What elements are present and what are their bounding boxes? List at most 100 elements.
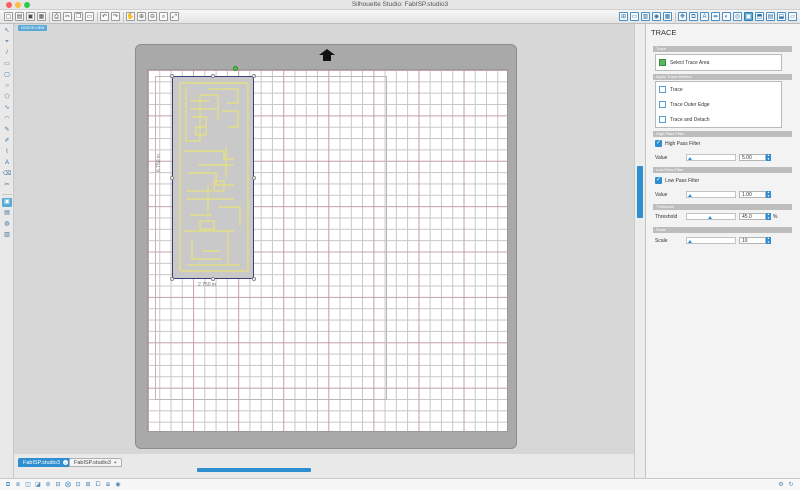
store-icon[interactable]: ⬒ <box>755 12 764 21</box>
polyline-icon[interactable]: ⌇ <box>2 148 12 157</box>
eraser-icon[interactable]: ⬓ <box>777 12 786 21</box>
subtract-icon[interactable]: ⊟ <box>54 481 62 489</box>
resize-handle-bottom-right[interactable] <box>252 277 256 281</box>
page-setup-icon[interactable]: ▭ <box>630 12 639 21</box>
print-icon[interactable]: ⎙ <box>52 12 61 21</box>
threshold-value-input[interactable]: 45.0 <box>739 213 766 220</box>
resize-handle-top-left[interactable] <box>170 74 174 78</box>
low-pass-stepper[interactable]: ▲ ▼ <box>766 190 771 198</box>
view-library-icon[interactable]: ▤ <box>2 209 12 218</box>
knife-icon[interactable]: ▱ <box>788 12 797 21</box>
arc-tool-icon[interactable]: ◠ <box>2 115 12 124</box>
ellipse-tool-icon[interactable]: ○ <box>2 82 12 91</box>
scale-stepper[interactable]: ▲ ▼ <box>766 236 771 244</box>
settings-circle-icon[interactable]: ◉ <box>114 481 122 489</box>
smooth-freehand-icon[interactable]: ✐ <box>2 137 12 146</box>
high-pass-slider-thumb[interactable] <box>687 157 692 160</box>
freehand-tool-icon[interactable]: ✎ <box>2 126 12 135</box>
selected-image[interactable] <box>170 66 256 281</box>
trace-option[interactable]: Trace <box>656 82 781 97</box>
send-back-icon[interactable]: ⧇ <box>104 481 112 489</box>
ungroup-icon[interactable]: ⧈ <box>14 481 22 489</box>
transform-icon[interactable]: ✥ <box>678 12 687 21</box>
fit-to-page-icon[interactable]: ⤢ <box>170 12 179 21</box>
tab-close-icon[interactable]: × <box>62 460 68 465</box>
threshold-slider-thumb[interactable] <box>707 216 712 219</box>
group-icon[interactable]: ⧉ <box>4 481 12 489</box>
design-canvas[interactable]: DESIGN VIEW 6.750 in 2.750 in <box>14 24 634 454</box>
horizontal-scroll-thumb[interactable] <box>197 468 311 472</box>
zoom-out-icon[interactable]: ⊖ <box>148 12 157 21</box>
paste-icon[interactable]: ▭ <box>85 12 94 21</box>
copy-icon[interactable]: ❐ <box>74 12 83 21</box>
edit-points-icon[interactable]: ⌖ <box>2 38 12 47</box>
scale-value-input[interactable]: 10 <box>739 237 766 244</box>
trace-icon[interactable]: ▣ <box>744 12 753 21</box>
tab-add-icon[interactable]: + <box>114 460 117 466</box>
replicate-icon[interactable]: ⧉ <box>689 12 698 21</box>
intersect-icon[interactable]: ⨂ <box>64 481 72 489</box>
align-center-icon[interactable]: ⊡ <box>74 481 82 489</box>
high-pass-value-input[interactable]: 5.00 <box>739 154 766 161</box>
grid-icon[interactable]: ⊞ <box>619 12 628 21</box>
line-tool-icon[interactable]: / <box>2 49 12 58</box>
resize-handle-left[interactable] <box>170 176 174 180</box>
text-style-icon[interactable]: A <box>700 12 709 21</box>
high-pass-stepper[interactable]: ▲ ▼ <box>766 153 771 161</box>
cut-icon[interactable]: ✂ <box>63 12 72 21</box>
preferences-gear-icon[interactable]: ⚙ <box>777 481 785 489</box>
undo-icon[interactable]: ↶ <box>100 12 109 21</box>
cut-settings-icon[interactable]: ▥ <box>641 12 650 21</box>
resize-handle-bottom-left[interactable] <box>170 277 174 281</box>
send-panel-icon[interactable]: ▥ <box>2 231 12 240</box>
low-pass-slider[interactable] <box>686 191 736 198</box>
fill-icon[interactable]: ◉ <box>652 12 661 21</box>
weld-icon[interactable]: ⊛ <box>44 481 52 489</box>
trace-outer-edge-option[interactable]: Trace Outer Edge <box>656 97 781 112</box>
text-tool-icon[interactable]: A <box>2 159 12 168</box>
scale-slider-thumb[interactable] <box>687 240 692 243</box>
zoom-in-icon[interactable]: ⊕ <box>137 12 146 21</box>
polygon-tool-icon[interactable]: ⬠ <box>2 93 12 102</box>
resize-handle-bottom[interactable] <box>211 277 215 281</box>
vertical-scrollbar[interactable] <box>634 24 644 478</box>
zoom-select-icon[interactable]: ⌕ <box>159 12 168 21</box>
bring-front-icon[interactable]: ⧠ <box>94 481 102 489</box>
curve-tool-icon[interactable]: ∿ <box>2 104 12 113</box>
resize-handle-top-right[interactable] <box>252 74 256 78</box>
resize-handle-top[interactable] <box>211 74 215 78</box>
online-store-icon[interactable]: ◍ <box>2 220 12 229</box>
low-pass-value-input[interactable]: 1.00 <box>739 191 766 198</box>
pan-icon[interactable]: ✋ <box>126 12 135 21</box>
high-pass-slider[interactable] <box>686 154 736 161</box>
threshold-stepper[interactable]: ▲ ▼ <box>766 212 771 220</box>
redo-icon[interactable]: ↷ <box>111 12 120 21</box>
line-color-icon[interactable]: ▦ <box>663 12 672 21</box>
low-pass-slider-thumb[interactable] <box>687 194 692 197</box>
document-tab-active[interactable]: FabISP.studio3 × <box>18 458 73 467</box>
compound-path-icon[interactable]: ◫ <box>24 481 32 489</box>
modify-icon[interactable]: ◐ <box>722 12 731 21</box>
rotate-handle[interactable] <box>233 66 238 71</box>
resize-handle-right[interactable] <box>252 176 256 180</box>
new-document-icon[interactable]: ▢ <box>4 12 13 21</box>
rectangle-tool-icon[interactable]: ▭ <box>2 60 12 69</box>
trace-and-detach-option[interactable]: Trace and Detach <box>656 112 781 127</box>
rounded-rect-tool-icon[interactable]: ▢ <box>2 71 12 80</box>
view-design-area-icon[interactable]: ▣ <box>2 198 12 207</box>
scale-slider[interactable] <box>686 237 736 244</box>
high-pass-checkbox[interactable]: ✓ <box>655 140 662 147</box>
vertical-scroll-thumb[interactable] <box>637 166 643 218</box>
align-middle-icon[interactable]: ⊞ <box>84 481 92 489</box>
low-pass-checkbox[interactable]: ✓ <box>655 177 662 184</box>
select-tool-icon[interactable]: ↖ <box>2 27 12 36</box>
release-compound-icon[interactable]: ◪ <box>34 481 42 489</box>
sync-icon[interactable]: ↻ <box>787 481 795 489</box>
save-icon[interactable]: ▣ <box>26 12 35 21</box>
offset-icon[interactable]: ◎ <box>733 12 742 21</box>
library-icon[interactable]: ▦ <box>37 12 46 21</box>
eraser-tool-icon[interactable]: ⌫ <box>2 170 12 179</box>
send-icon[interactable]: ▤ <box>766 12 775 21</box>
mat-grid[interactable]: 6.750 in 2.750 in <box>147 66 508 432</box>
select-trace-area-button[interactable]: Select Trace Area <box>655 54 782 71</box>
